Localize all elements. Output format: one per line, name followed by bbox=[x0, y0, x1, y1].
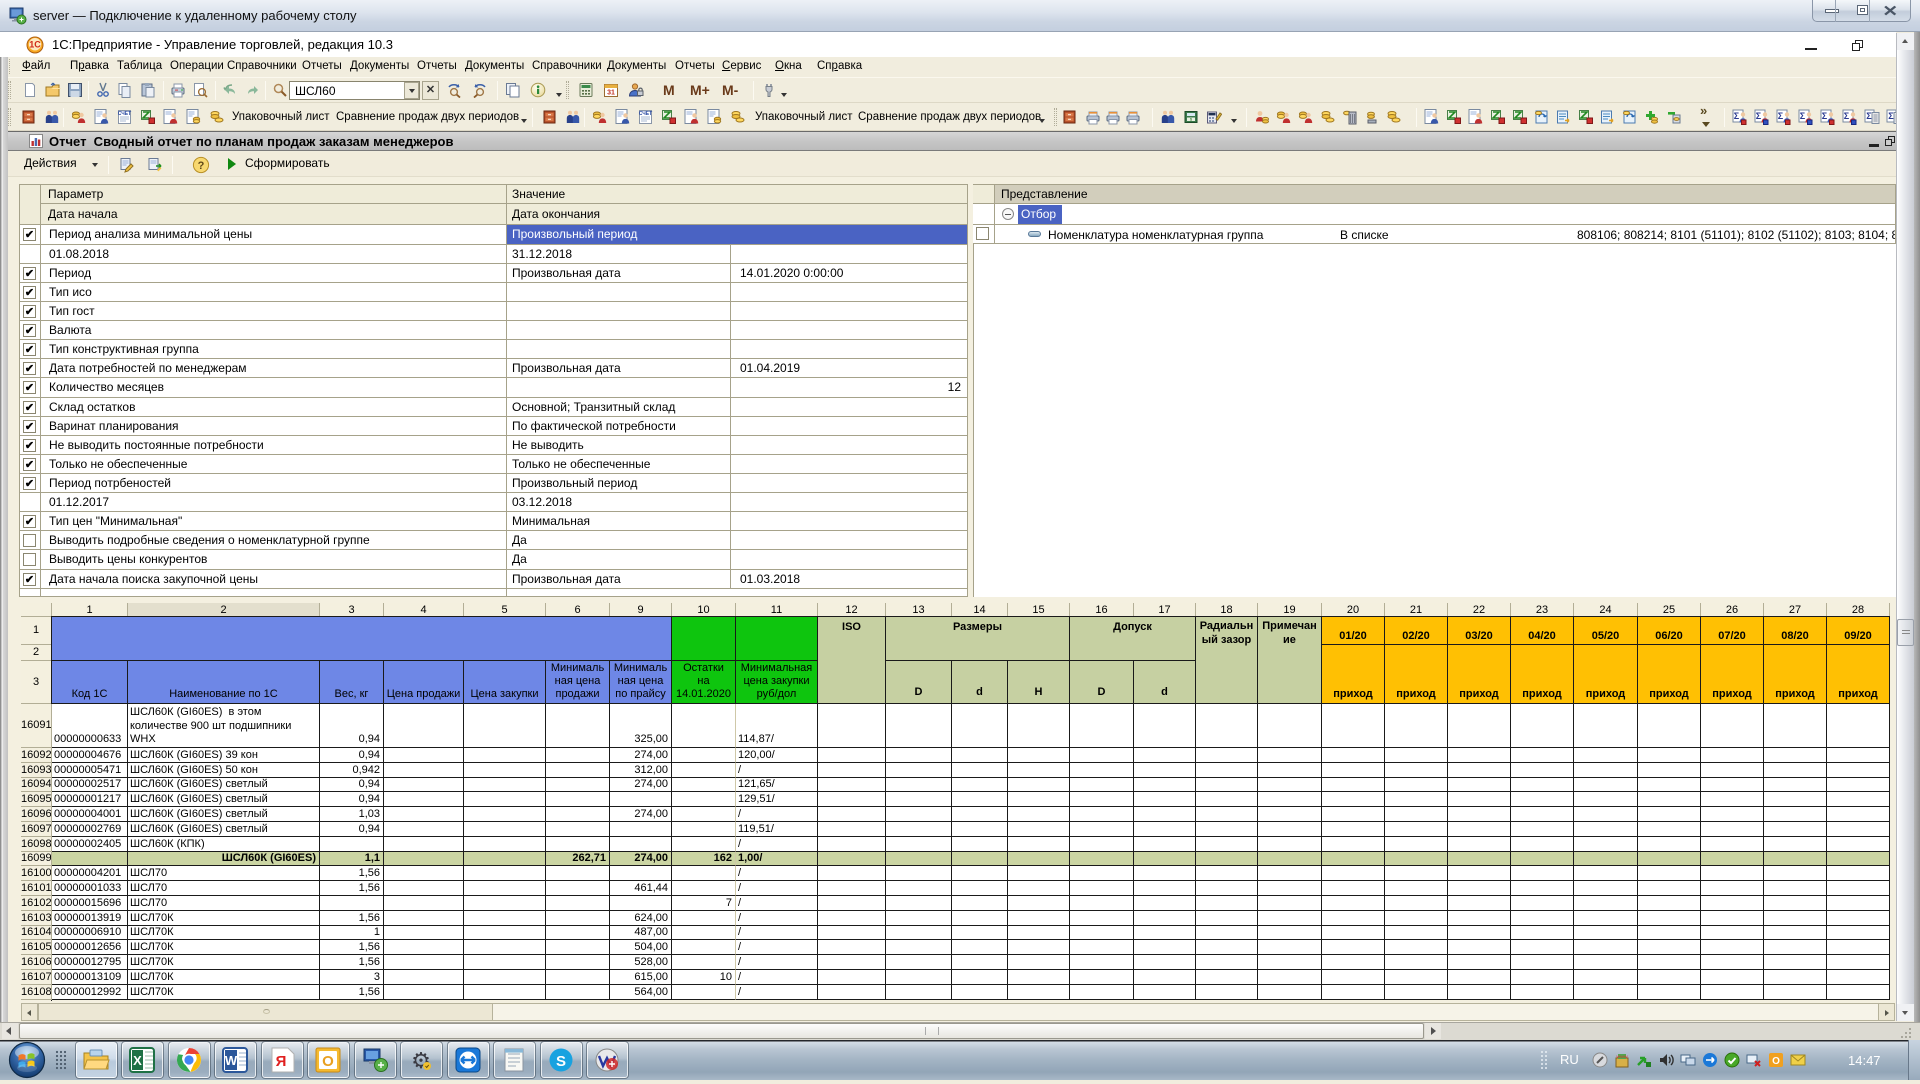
svg-text:СЧЕТ: СЧЕТ bbox=[639, 111, 652, 117]
svg-text:Σ: Σ bbox=[1844, 111, 1850, 121]
svg-text:Σ: Σ bbox=[1756, 111, 1762, 121]
svg-text:Σ: Σ bbox=[1778, 111, 1784, 121]
svg-text:O: O bbox=[322, 1053, 334, 1070]
svg-text:X: X bbox=[133, 1053, 142, 1068]
svg-text:Я: Я bbox=[276, 1053, 287, 1070]
svg-text:31: 31 bbox=[607, 90, 615, 97]
svg-text:S: S bbox=[556, 1053, 566, 1070]
svg-text:1С: 1С bbox=[29, 40, 41, 50]
svg-text:Σ: Σ bbox=[1734, 111, 1740, 121]
svg-text:Σ: Σ bbox=[1888, 111, 1894, 121]
svg-text:W: W bbox=[225, 1053, 238, 1068]
svg-text:СЧЕТ: СЧЕТ bbox=[118, 111, 131, 117]
svg-text:Σ: Σ bbox=[1866, 111, 1872, 121]
svg-text:?: ? bbox=[198, 160, 205, 172]
svg-text:Σ: Σ bbox=[1822, 111, 1828, 121]
svg-text:O: O bbox=[1772, 1056, 1780, 1067]
svg-text:Σ: Σ bbox=[1800, 111, 1806, 121]
svg-text:WWW: WWW bbox=[1616, 1054, 1628, 1059]
